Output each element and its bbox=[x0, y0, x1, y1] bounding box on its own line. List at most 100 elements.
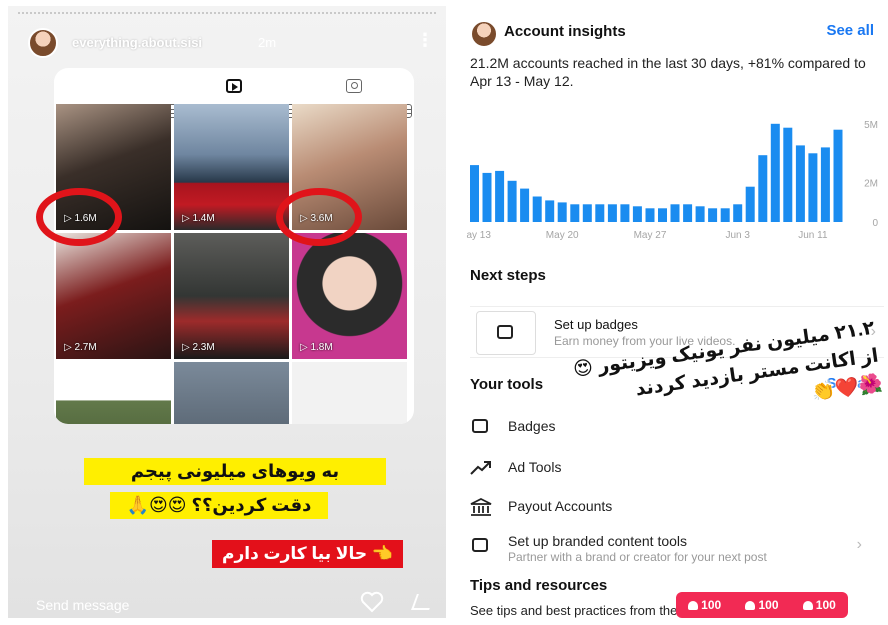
story-avatar[interactable] bbox=[28, 28, 58, 58]
see-all-link[interactable]: See all bbox=[826, 22, 874, 39]
chart-bar bbox=[833, 129, 843, 222]
chart-bar bbox=[770, 123, 780, 222]
badge-icon bbox=[472, 419, 488, 433]
tool-row-payout-accounts[interactable]: Payout Accounts bbox=[470, 493, 870, 523]
tips-title: Tips and resources bbox=[470, 577, 608, 594]
x-tick-label: Jun 3 bbox=[725, 230, 750, 241]
insights-panel: Account insights See all 21.2M accounts … bbox=[456, 6, 884, 618]
y-tick-label: 2M bbox=[864, 179, 878, 190]
setup-badges-title: Set up badges bbox=[554, 317, 638, 332]
story-caption-line: به ویوهای میلیونی پیجم bbox=[84, 458, 386, 485]
chart-bar bbox=[532, 196, 542, 222]
insights-title: Account insights bbox=[504, 23, 626, 40]
tool-label: Payout Accounts bbox=[508, 498, 613, 514]
reels-icon bbox=[226, 79, 242, 93]
view-count-value: 1.8M bbox=[310, 342, 333, 353]
view-count: ▷ 1.8M bbox=[300, 342, 333, 353]
chart-bar bbox=[645, 208, 655, 222]
heart-icon[interactable] bbox=[360, 591, 384, 613]
chart-bar bbox=[733, 204, 743, 222]
tool-label: Set up branded content tools bbox=[508, 533, 688, 549]
reel-thumbnail[interactable]: ▷ 2.7M bbox=[56, 233, 171, 359]
highlight-circle bbox=[276, 188, 362, 246]
chart-bar bbox=[595, 204, 605, 222]
chart-bar bbox=[745, 186, 755, 222]
like-stat: 100 bbox=[745, 598, 779, 612]
reel-thumbnail[interactable] bbox=[174, 362, 289, 424]
y-tick-label: 5M bbox=[864, 120, 878, 131]
view-count: ▷ 2.7M bbox=[64, 342, 97, 353]
branded-content-icon bbox=[472, 538, 488, 552]
x-tick-label: May 20 bbox=[546, 230, 579, 241]
reel-thumbnail[interactable]: ▷ 2.3M bbox=[174, 233, 289, 359]
reels-screenshot: ▷ 1.6M ▷ 1.4M ▷ 3.6M ▷ 2.7M ▷ 2.3M ▷ 1.8… bbox=[54, 68, 414, 424]
chart-bar bbox=[683, 204, 693, 222]
reach-bar-chart: May 13 May 20 May 27 Jun 3 Jun 11 0 2M 5M bbox=[466, 120, 878, 241]
chart-bar bbox=[470, 165, 479, 222]
y-tick-label: 0 bbox=[872, 218, 878, 229]
x-tick-label: May 13 bbox=[466, 230, 491, 241]
chart-bar bbox=[820, 147, 830, 222]
reel-thumbnail[interactable]: ▷ 1.8M bbox=[292, 233, 407, 359]
chart-bar bbox=[695, 206, 705, 222]
comment-icon bbox=[688, 600, 699, 610]
chart-bar bbox=[658, 208, 667, 222]
chart-bar bbox=[482, 172, 492, 222]
chart-bar bbox=[632, 206, 642, 222]
story-username[interactable]: everything.about.sisi bbox=[72, 35, 202, 50]
x-tick-label: Jun 11 bbox=[798, 230, 828, 241]
chart-bar bbox=[758, 155, 768, 222]
chevron-right-icon: › bbox=[856, 536, 862, 553]
badge-icon bbox=[497, 325, 513, 339]
tool-label: Ad Tools bbox=[508, 459, 562, 475]
profile-avatar[interactable] bbox=[470, 20, 498, 48]
reel-thumbnail[interactable]: ▷ 1.4M bbox=[174, 104, 289, 230]
next-steps-title: Next steps bbox=[470, 267, 546, 284]
story-caption-cta: 👈 حالا بیا کارت دارم bbox=[212, 540, 403, 568]
chart-bar bbox=[582, 204, 592, 222]
tagged-icon bbox=[346, 79, 362, 93]
tab-tagged[interactable] bbox=[294, 68, 414, 104]
chart-bar bbox=[520, 188, 530, 222]
bank-icon bbox=[470, 498, 492, 516]
more-options-icon[interactable]: ⋮ bbox=[416, 30, 434, 51]
profile-tab-bar bbox=[54, 68, 414, 118]
send-message-input[interactable]: Send message bbox=[36, 597, 129, 613]
comment-stat: 100 bbox=[688, 598, 721, 612]
reel-thumbnail[interactable] bbox=[56, 362, 171, 424]
person-icon bbox=[802, 600, 813, 610]
tool-row-branded-content[interactable]: Set up branded content tools Partner wit… bbox=[470, 528, 870, 564]
tab-grid[interactable] bbox=[54, 68, 412, 118]
chart-bar bbox=[708, 208, 718, 222]
engagement-stats-bar: 100 100 100 bbox=[676, 592, 848, 618]
highlight-circle bbox=[36, 188, 122, 246]
chart-bar bbox=[670, 204, 680, 222]
story-caption-line: دقت کردین؟؟ 😍😍🙏 bbox=[110, 492, 328, 519]
reach-summary: 21.2M accounts reached in the last 30 da… bbox=[470, 55, 866, 89]
story-time: 2m bbox=[258, 35, 277, 50]
badge-thumbnail bbox=[476, 311, 536, 355]
tab-reels[interactable] bbox=[174, 68, 294, 104]
chart-bar bbox=[570, 204, 580, 222]
tool-subtitle: Partner with a brand or creator for your… bbox=[508, 550, 767, 564]
stat-value: 100 bbox=[815, 598, 836, 612]
chart-bar bbox=[808, 153, 818, 222]
heart-icon bbox=[745, 600, 756, 610]
follow-stat: 100 bbox=[802, 598, 836, 612]
chart-bar bbox=[783, 127, 793, 222]
stat-value: 100 bbox=[701, 598, 722, 612]
reels-grid: ▷ 1.6M ▷ 1.4M ▷ 3.6M ▷ 2.7M ▷ 2.3M ▷ 1.8… bbox=[56, 104, 412, 424]
story-progress-bar bbox=[18, 12, 436, 14]
chart-bar bbox=[620, 204, 630, 222]
x-tick-label: May 27 bbox=[634, 230, 667, 241]
chart-bar bbox=[545, 200, 555, 222]
view-count-value: 2.7M bbox=[74, 342, 97, 353]
trend-up-icon bbox=[470, 461, 491, 475]
view-count: ▷ 2.3M bbox=[182, 342, 215, 353]
send-icon[interactable] bbox=[411, 594, 435, 610]
stat-value: 100 bbox=[758, 598, 779, 612]
chart-bar bbox=[557, 202, 567, 222]
reel-thumbnail[interactable] bbox=[292, 362, 407, 424]
tool-row-ad-tools[interactable]: Ad Tools bbox=[470, 454, 870, 484]
view-count-value: 2.3M bbox=[192, 342, 215, 353]
